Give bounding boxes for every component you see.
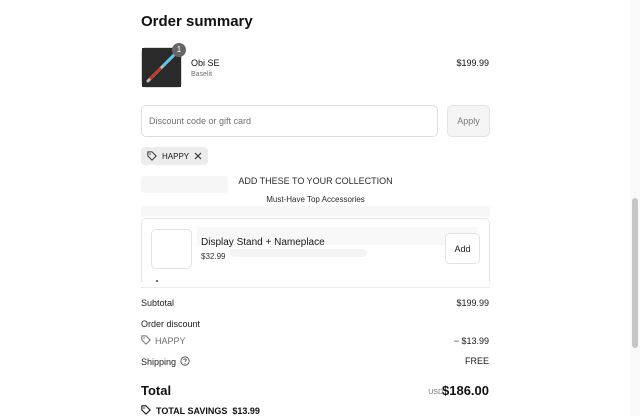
apply-button[interactable]: Apply xyxy=(447,105,490,137)
remove-discount-button[interactable] xyxy=(194,152,202,160)
upsell-product-thumbnail xyxy=(151,229,192,269)
total-savings: TOTAL SAVINGS $13.99 xyxy=(141,405,260,417)
loading-placeholder xyxy=(230,249,367,257)
order-discount-label: Order discount xyxy=(141,319,201,329)
order-discount-code: HAPPY xyxy=(141,335,186,347)
upsell-product-price: $32.99 xyxy=(201,252,226,261)
product-name: Obi SE xyxy=(191,58,220,68)
order-summary-title: Order summary xyxy=(141,13,253,30)
product-variant: Baselit xyxy=(191,71,213,78)
loading-placeholder xyxy=(141,206,490,217)
close-icon xyxy=(194,152,202,160)
loading-placeholder xyxy=(141,176,228,193)
divider xyxy=(141,287,490,288)
order-discount-code-text: HAPPY xyxy=(155,336,186,346)
subtotal-label: Subtotal xyxy=(141,298,175,308)
product-price: $199.99 xyxy=(456,58,489,68)
shipping-value: FREE xyxy=(464,356,489,366)
scrollbar-thumb[interactable] xyxy=(632,198,638,348)
help-circle-icon[interactable] xyxy=(180,356,190,368)
product-thumbnail: 1 xyxy=(141,43,186,88)
upsell-subheading: Must-Have Top Accessories xyxy=(266,195,365,204)
shipping-row-label: Shipping xyxy=(141,356,190,368)
total-amount: $186.00 xyxy=(442,383,489,398)
shipping-label: Shipping xyxy=(141,357,177,367)
quantity-badge: 1 xyxy=(172,43,186,57)
tag-icon xyxy=(147,151,157,161)
total-savings-label: TOTAL SAVINGS xyxy=(156,406,228,416)
upsell-product-name: Display Stand + Nameplace xyxy=(201,237,325,248)
discount-code-input[interactable] xyxy=(141,105,438,137)
total-savings-value: $13.99 xyxy=(232,406,260,416)
upsell-product-card: Display Stand + Nameplace $32.99 Add xyxy=(141,218,490,282)
tag-icon xyxy=(141,335,151,347)
upsell-heading: ADD THESE TO YOUR COLLECTION xyxy=(238,176,393,186)
tag-icon xyxy=(141,405,151,417)
subtotal-value: $199.99 xyxy=(456,298,489,308)
add-upsell-button[interactable]: Add xyxy=(445,233,480,264)
applied-discount-chip: HAPPY xyxy=(141,147,209,165)
total-label: Total xyxy=(141,383,172,398)
carousel-dot[interactable] xyxy=(156,280,158,282)
total-currency: USD xyxy=(428,389,443,396)
applied-discount-code: HAPPY xyxy=(162,151,190,161)
order-discount-value: − $13.99 xyxy=(453,336,489,346)
